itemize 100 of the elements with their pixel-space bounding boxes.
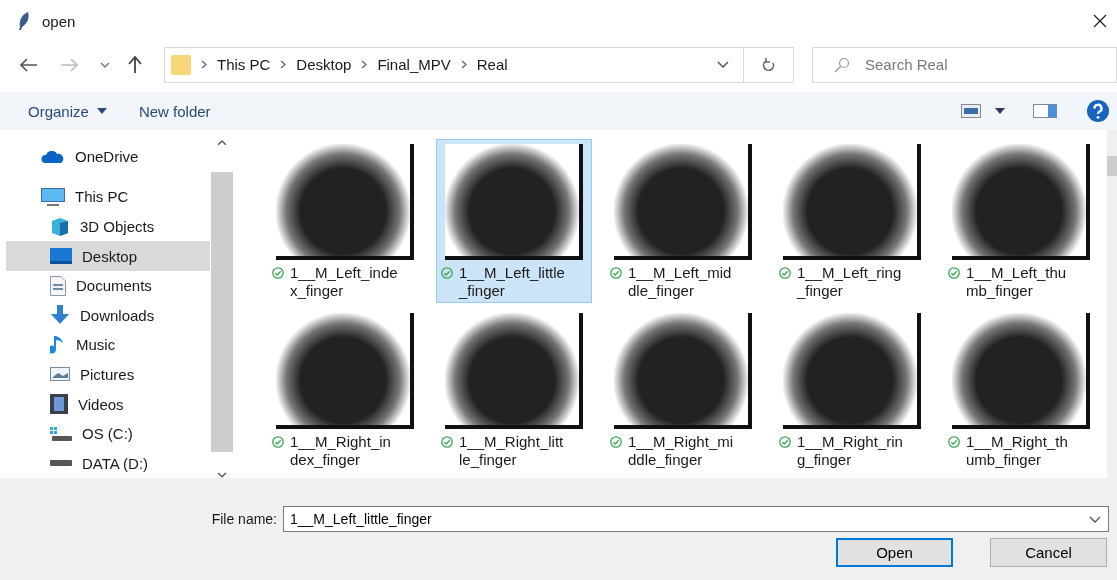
sidebar-item[interactable]: 3D Objects — [6, 211, 210, 242]
check-circle-icon — [441, 436, 453, 448]
address-bar[interactable]: This PC Desktop Final_MPV Real — [164, 46, 744, 83]
sidebar-label: Music — [76, 336, 116, 354]
chevron-down-icon[interactable] — [717, 61, 729, 68]
chevron-down-icon[interactable] — [100, 61, 110, 68]
scrollbar[interactable] — [1107, 130, 1117, 478]
scrollbar-thumb[interactable] — [1107, 156, 1117, 176]
sidebar-label: OneDrive — [75, 148, 139, 166]
new-folder-button[interactable]: New folder — [132, 100, 217, 122]
sidebar-label: DATA (D:) — [82, 454, 149, 472]
file-tile[interactable]: 1__M_Right_th umb_finger — [943, 308, 1099, 472]
check-circle-icon — [610, 267, 622, 279]
file-name: 1__M_Right_in dex_finger — [290, 433, 391, 469]
sidebar-label: 3D Objects — [80, 218, 155, 236]
search-field[interactable]: Search Real — [812, 46, 1117, 83]
open-button[interactable]: Open — [836, 538, 953, 567]
file-name: 1__M_Right_rin g_finger — [797, 433, 903, 469]
file-tile[interactable]: 1__M_Left_mid dle_finger — [605, 139, 761, 303]
download-arrow-icon — [50, 305, 70, 326]
sidebar-item[interactable]: Pictures — [6, 359, 210, 390]
help-icon[interactable] — [1087, 100, 1109, 122]
back-arrow-icon[interactable] — [20, 57, 38, 72]
document-icon — [50, 275, 66, 296]
check-circle-icon — [948, 267, 960, 279]
picture-icon — [50, 367, 70, 382]
file-name: 1__M_Right_mi ddle_finger — [628, 433, 734, 469]
scrollbar-thumb[interactable] — [211, 171, 233, 453]
file-name: 1__M_Left_inde x_finger — [290, 264, 398, 300]
sidebar-label: OS (C:) — [82, 425, 133, 443]
music-note-icon — [50, 334, 66, 355]
window-title: open — [42, 12, 76, 30]
close-icon[interactable] — [1093, 14, 1107, 28]
breadcrumb-item[interactable]: Final_MPV — [377, 56, 451, 73]
file-name: 1__M_Left_mid dle_finger — [628, 264, 732, 300]
breadcrumb-item[interactable]: Desktop — [296, 56, 352, 73]
sidebar-label: Desktop — [82, 247, 138, 265]
film-icon — [50, 394, 68, 415]
file-tile[interactable]: 1__M_Right_mi ddle_finger — [605, 308, 761, 472]
file-tile[interactable]: 1__M_Right_rin g_finger — [774, 308, 930, 472]
feather-icon — [18, 12, 30, 30]
scroll-down-icon[interactable] — [217, 472, 227, 478]
file-tile[interactable]: 1__M_Right_in dex_finger — [267, 308, 423, 472]
file-tile[interactable]: 1__M_Left_little _finger — [436, 139, 592, 303]
file-name: 1__M_Left_little _finger — [459, 264, 565, 300]
sidebar-item[interactable]: OS (C:) — [6, 418, 210, 449]
file-name: 1__M_Right_litt le_finger — [459, 433, 564, 469]
cancel-button[interactable]: Cancel — [990, 538, 1107, 567]
file-name-field[interactable]: 1__M_Left_little_finger — [283, 506, 1109, 532]
file-tile[interactable]: 1__M_Left_inde x_finger — [267, 139, 423, 303]
cube-icon — [50, 217, 70, 236]
sidebar-item[interactable]: Videos — [6, 389, 210, 419]
desktop-icon — [50, 248, 72, 265]
breadcrumb-item[interactable]: Real — [476, 56, 508, 73]
file-tile[interactable]: 1__M_Left_ring _finger — [774, 139, 930, 303]
folder-icon — [171, 53, 191, 76]
check-circle-icon — [272, 436, 284, 448]
scroll-up-icon[interactable] — [217, 140, 227, 146]
check-circle-icon — [779, 267, 791, 279]
preview-pane-icon[interactable] — [1033, 104, 1057, 118]
chevron-right-icon — [280, 60, 287, 69]
sidebar-item[interactable]: Desktop — [6, 241, 210, 271]
file-name-label: File name: — [211, 511, 277, 527]
system-drive-icon — [50, 426, 72, 441]
cloud-icon — [41, 150, 65, 163]
sidebar-item[interactable]: This PC — [6, 181, 210, 212]
sidebar-item[interactable]: Music — [6, 330, 210, 360]
drive-icon — [50, 459, 72, 468]
sidebar-label: Videos — [78, 395, 124, 413]
sidebar-item[interactable]: DATA (D:) — [6, 448, 210, 478]
check-circle-icon — [779, 436, 791, 448]
refresh-icon — [761, 56, 776, 73]
chevron-right-icon — [460, 60, 467, 69]
file-tile[interactable]: 1__M_Right_litt le_finger — [436, 308, 592, 472]
file-name: 1__M_Left_thu mb_finger — [966, 264, 1067, 300]
sidebar-item[interactable]: Documents — [6, 270, 210, 301]
check-circle-icon — [948, 436, 960, 448]
check-circle-icon — [610, 436, 622, 448]
check-circle-icon — [272, 267, 284, 279]
file-tile[interactable]: 1__M_Left_thu mb_finger — [943, 139, 1099, 303]
monitor-icon — [41, 187, 65, 206]
sidebar-item[interactable]: Downloads — [6, 300, 210, 331]
file-name: 1__M_Left_ring _finger — [797, 264, 902, 300]
caret-down-icon[interactable] — [995, 108, 1005, 114]
check-circle-icon — [441, 267, 453, 279]
chevron-down-icon[interactable] — [1089, 516, 1101, 523]
view-options-icon[interactable] — [961, 104, 981, 118]
chevron-right-icon — [201, 60, 207, 69]
breadcrumb-item[interactable]: This PC — [217, 56, 271, 73]
caret-down-icon[interactable] — [96, 108, 107, 114]
sidebar-label: This PC — [75, 188, 129, 206]
file-name: 1__M_Right_th umb_finger — [966, 433, 1068, 469]
sidebar-label: Pictures — [80, 365, 135, 383]
sidebar-label: Downloads — [80, 306, 155, 324]
chevron-right-icon — [361, 60, 368, 69]
sidebar-item[interactable]: OneDrive — [6, 142, 210, 172]
search-icon — [834, 56, 850, 73]
up-arrow-icon[interactable] — [128, 55, 142, 74]
refresh-button[interactable] — [744, 46, 794, 83]
organize-menu-button[interactable]: Organize — [22, 100, 95, 122]
